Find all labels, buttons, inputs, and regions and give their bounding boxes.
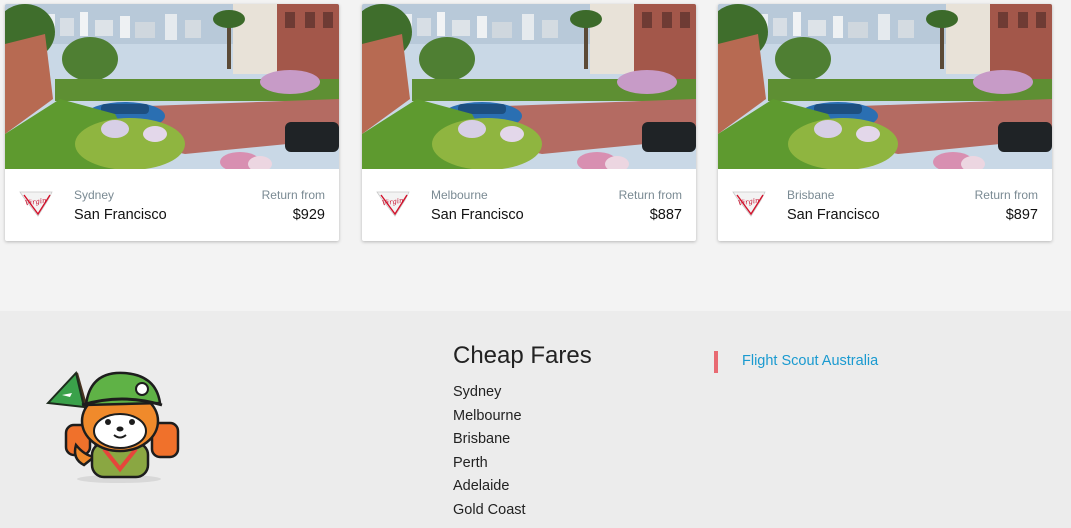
deal-card-info: Sydney San Francisco Return from $929 (5, 169, 339, 241)
fare-price: $887 (649, 207, 682, 223)
deal-card-melbourne[interactable]: Melbourne San Francisco Return from $887 (362, 4, 696, 241)
return-from-label: Return from (974, 188, 1038, 202)
destination-cards-section: Sydney San Francisco Return from $929 Me… (0, 0, 1071, 311)
deal-card-sydney[interactable]: Sydney San Francisco Return from $929 (5, 4, 339, 241)
virgin-australia-logo-icon (375, 188, 411, 218)
lombard-street-photo (718, 4, 1052, 169)
deal-card-info: Melbourne San Francisco Return from $887 (362, 169, 696, 241)
destination-city: San Francisco (74, 207, 167, 223)
return-from-label: Return from (618, 188, 682, 202)
fox-mascot-icon (45, 370, 180, 483)
destination-city: San Francisco (787, 207, 880, 223)
cheap-fare-link-brisbane[interactable]: Brisbane (453, 428, 526, 452)
return-from-label: Return from (261, 188, 325, 202)
destination-city: San Francisco (431, 207, 524, 223)
cheap-fare-link-sydney[interactable]: Sydney (453, 381, 526, 405)
origin-city: Brisbane (787, 188, 835, 202)
cheap-fare-link-melbourne[interactable]: Melbourne (453, 405, 526, 429)
cheap-fare-link-gold-coast[interactable]: Gold Coast (453, 499, 526, 523)
accent-bar (714, 351, 718, 373)
lombard-street-photo (362, 4, 696, 169)
lombard-street-photo (5, 4, 339, 169)
cheap-fares-heading: Cheap Fares (453, 342, 592, 369)
cheap-fare-link-adelaide[interactable]: Adelaide (453, 475, 526, 499)
origin-city: Melbourne (431, 188, 488, 202)
fare-price: $897 (1005, 207, 1038, 223)
virgin-australia-logo-icon (18, 188, 54, 218)
origin-city: Sydney (74, 188, 115, 202)
flight-scout-australia-link[interactable]: Flight Scout Australia (742, 353, 878, 369)
site-footer: Cheap Fares Sydney Melbourne Brisbane Pe… (0, 311, 1071, 528)
virgin-australia-logo-icon (731, 188, 767, 218)
deal-card-brisbane[interactable]: Brisbane San Francisco Return from $897 (718, 4, 1052, 241)
cheap-fare-link-perth[interactable]: Perth (453, 452, 526, 476)
cheap-fares-list: Sydney Melbourne Brisbane Perth Adelaide… (453, 381, 526, 523)
fare-price: $929 (292, 207, 325, 223)
deal-card-info: Brisbane San Francisco Return from $897 (718, 169, 1052, 241)
